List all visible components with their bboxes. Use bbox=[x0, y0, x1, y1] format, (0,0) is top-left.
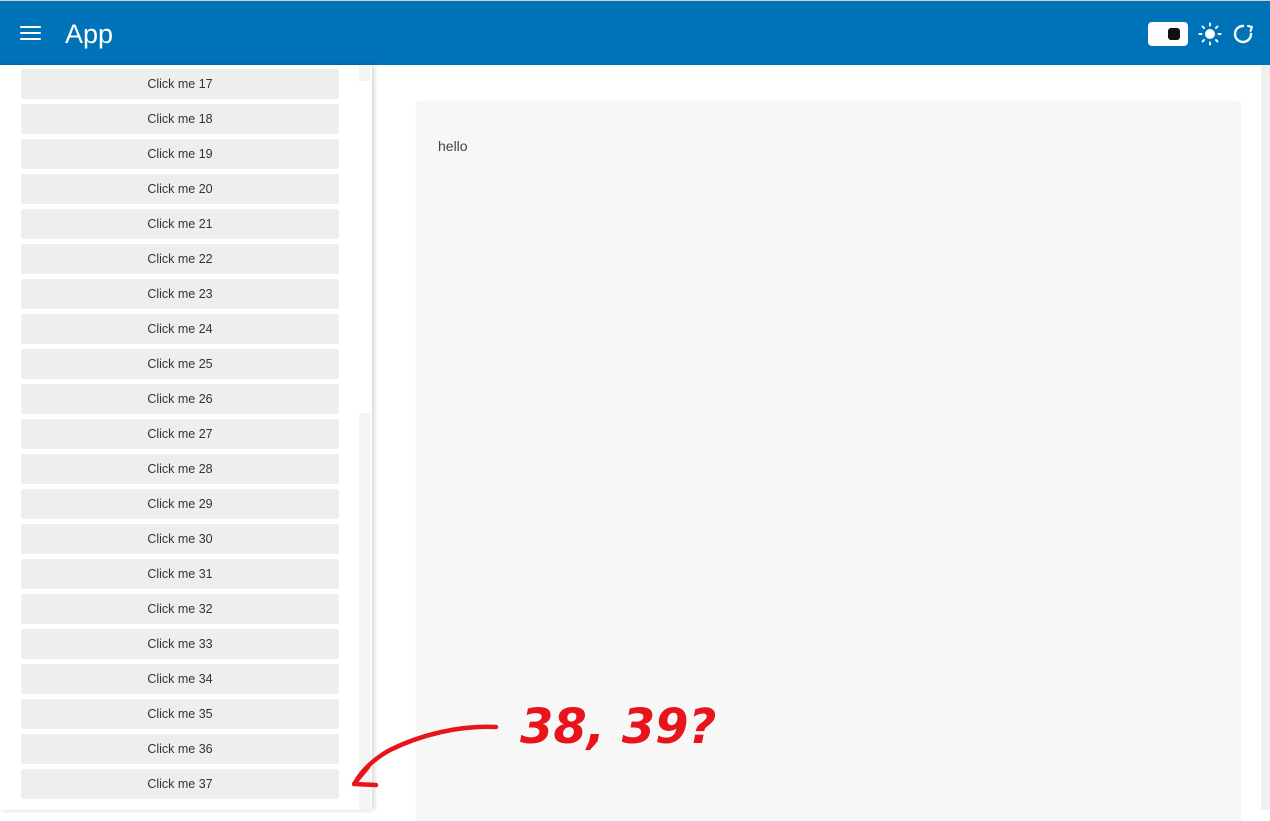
card-text: hello bbox=[438, 138, 468, 154]
sidebar-scroll-thumb[interactable] bbox=[359, 81, 371, 413]
dark-mode-toggle[interactable] bbox=[1148, 22, 1188, 46]
sidebar-button[interactable]: Click me 21 bbox=[21, 209, 339, 239]
toggle-knob bbox=[1168, 28, 1180, 40]
sidebar-button[interactable]: Click me 33 bbox=[21, 629, 339, 659]
sidebar-button[interactable]: Click me 37 bbox=[21, 769, 339, 799]
sidebar-button[interactable]: Click me 29 bbox=[21, 489, 339, 519]
sidebar-button[interactable]: Click me 32 bbox=[21, 594, 339, 624]
sidebar-button[interactable]: Click me 18 bbox=[21, 104, 339, 134]
sidebar: Click me 17 Click me 18 Click me 19 Click m… bbox=[0, 65, 372, 810]
sidebar-button[interactable]: Click me 28 bbox=[21, 454, 339, 484]
main-content: hello bbox=[378, 65, 1260, 821]
sidebar-button[interactable]: Click me 20 bbox=[21, 174, 339, 204]
sidebar-button[interactable]: Click me 36 bbox=[21, 734, 339, 764]
sidebar-button[interactable]: Click me 34 bbox=[21, 664, 339, 694]
refresh-icon[interactable] bbox=[1231, 22, 1255, 46]
hamburger-menu-icon[interactable] bbox=[20, 24, 42, 42]
sidebar-button[interactable]: Click me 22 bbox=[21, 244, 339, 274]
main-scrollbar[interactable] bbox=[1261, 65, 1270, 810]
app-header: App bbox=[0, 0, 1270, 65]
sidebar-button[interactable]: Click me 25 bbox=[21, 349, 339, 379]
sidebar-button[interactable]: Click me 19 bbox=[21, 139, 339, 169]
sidebar-button[interactable]: Click me 35 bbox=[21, 699, 339, 729]
sidebar-button-list: Click me 17 Click me 18 Click me 19 Click m… bbox=[21, 69, 339, 804]
content-card: hello bbox=[417, 101, 1240, 821]
sidebar-button[interactable]: Click me 27 bbox=[21, 419, 339, 449]
sidebar-button[interactable]: Click me 24 bbox=[21, 314, 339, 344]
sidebar-button[interactable]: Click me 26 bbox=[21, 384, 339, 414]
sidebar-button[interactable]: Click me 17 bbox=[21, 69, 339, 99]
sidebar-button[interactable]: Click me 23 bbox=[21, 279, 339, 309]
sidebar-button[interactable]: Click me 30 bbox=[21, 524, 339, 554]
sidebar-button[interactable]: Click me 31 bbox=[21, 559, 339, 589]
sun-icon[interactable] bbox=[1198, 22, 1222, 46]
app-title: App bbox=[65, 19, 114, 49]
sidebar-scrollbar[interactable] bbox=[359, 65, 371, 810]
